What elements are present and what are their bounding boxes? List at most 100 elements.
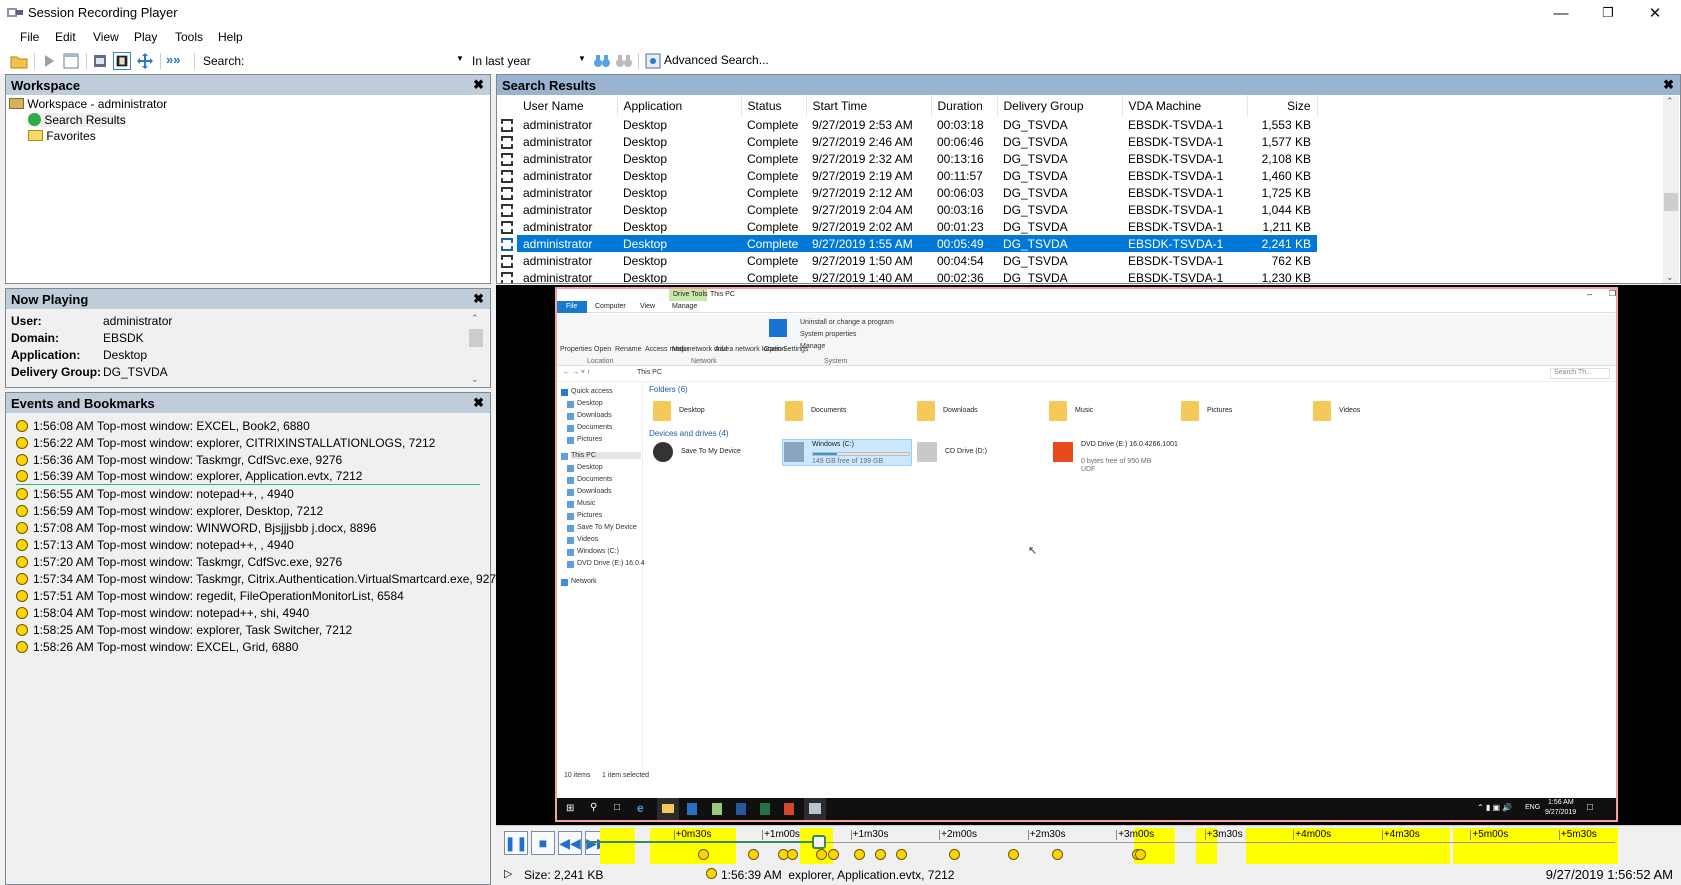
nav-pane-item[interactable]: Downloads bbox=[577, 412, 612, 419]
nav-pane-item[interactable]: Desktop bbox=[577, 400, 603, 407]
timeline-event-marker[interactable] bbox=[1134, 849, 1146, 860]
drive-item[interactable]: DVD Drive (E:) 16.0.4266.1001 bbox=[1081, 441, 1178, 448]
binoculars-icon[interactable] bbox=[593, 52, 611, 70]
folder-item[interactable]: Pictures bbox=[1207, 407, 1232, 414]
timeline-event-marker[interactable] bbox=[948, 849, 960, 860]
close-icon[interactable]: ✖ bbox=[1663, 77, 1674, 93]
nav-pane-item[interactable]: Pictures bbox=[577, 436, 602, 443]
folder-item[interactable]: Downloads bbox=[943, 407, 978, 414]
event-list-item[interactable]: 1:56:39 AM Top-most window: explorer, App… bbox=[16, 468, 480, 485]
restore-icon[interactable]: ❐ bbox=[1609, 289, 1616, 298]
explorer-tab-computer[interactable]: Computer bbox=[595, 303, 626, 310]
timeline-event-marker[interactable] bbox=[854, 849, 866, 860]
advanced-search-button[interactable]: Advanced Search... bbox=[664, 53, 769, 67]
timeline-event-marker[interactable] bbox=[786, 849, 798, 860]
start-icon[interactable]: ⊞ bbox=[566, 803, 574, 814]
address-path[interactable]: This PC bbox=[637, 369, 662, 376]
nav-pane-item[interactable]: Desktop bbox=[577, 464, 603, 471]
ribbon-uninstall[interactable]: Uninstall or change a program bbox=[800, 319, 894, 326]
column-header[interactable]: Size bbox=[1247, 95, 1318, 116]
table-row[interactable]: administrator Desktop Complete 9/27/2019 2:… bbox=[517, 218, 1317, 235]
event-list-item[interactable]: 1:57:51 AM Top-most window: regedit, File… bbox=[16, 587, 404, 604]
ribbon-properties[interactable]: Properties bbox=[560, 346, 592, 353]
menu-help[interactable]: Help bbox=[218, 30, 243, 44]
tree-item-favorites[interactable]: Favorites bbox=[28, 129, 96, 143]
remote-taskbar-button[interactable] bbox=[804, 798, 826, 820]
event-list-item[interactable]: 1:57:13 AM Top-most window: notepad++, , … bbox=[16, 536, 294, 553]
ribbon-system-properties[interactable]: System properties bbox=[800, 331, 856, 338]
event-list-item[interactable]: 1:56:22 AM Top-most window: explorer, CIT… bbox=[16, 434, 435, 451]
film-icon[interactable] bbox=[113, 52, 131, 70]
tree-item-search-results[interactable]: Search Results bbox=[28, 113, 126, 127]
table-row[interactable]: administrator Desktop Complete 9/27/2019 1:… bbox=[517, 235, 1317, 252]
minimize-button[interactable]: — bbox=[1538, 0, 1584, 26]
menu-file[interactable]: File bbox=[20, 30, 39, 44]
task-view-icon[interactable]: □ bbox=[614, 802, 620, 813]
drive-item[interactable]: Windows (C:) bbox=[812, 441, 854, 448]
event-list-item[interactable]: 1:58:26 AM Top-most window: EXCEL, Grid, … bbox=[16, 638, 298, 655]
nav-pane-item[interactable]: Quick access bbox=[571, 388, 613, 395]
timeline-slider-thumb[interactable] bbox=[811, 835, 826, 849]
app-taskbar-icon[interactable] bbox=[687, 803, 697, 815]
action-center-icon[interactable]: □ bbox=[1587, 802, 1593, 813]
event-list-item[interactable]: 1:58:04 AM Top-most window: notepad++, sh… bbox=[16, 604, 309, 621]
nav-pane-item[interactable]: This PC bbox=[571, 452, 641, 459]
timeline-event-marker[interactable] bbox=[748, 849, 760, 860]
notepad-taskbar-icon[interactable] bbox=[712, 803, 722, 815]
column-header[interactable]: VDA Machine bbox=[1122, 95, 1248, 116]
explorer-tab-view[interactable]: View bbox=[640, 303, 655, 310]
timeline-event-marker[interactable] bbox=[827, 849, 839, 860]
word-taskbar-icon[interactable] bbox=[736, 803, 746, 815]
menu-tools[interactable]: Tools bbox=[175, 30, 203, 44]
pause-button[interactable]: ❚❚ bbox=[504, 831, 528, 855]
nav-pane-item[interactable]: Windows (C:) bbox=[577, 548, 619, 555]
timeline-event-marker[interactable] bbox=[1052, 849, 1064, 860]
tree-item-workspace-root[interactable]: Workspace - administrator bbox=[9, 97, 167, 111]
range-dropdown-chevron-icon[interactable]: ▼ bbox=[578, 54, 586, 63]
nav-pane-item[interactable]: Pictures bbox=[577, 512, 602, 519]
column-header[interactable]: Start Time bbox=[806, 95, 932, 116]
restore-button[interactable]: ❐ bbox=[1585, 0, 1631, 26]
folder-item[interactable]: Videos bbox=[1339, 407, 1360, 414]
explorer-tab-manage[interactable]: Manage bbox=[672, 303, 697, 310]
timeline[interactable]: +0m30s +1m00s +1m30s +2m00s +2m30s +3m00s +3m3… bbox=[585, 828, 1618, 864]
menu-edit[interactable]: Edit bbox=[55, 30, 76, 44]
stop-button[interactable]: ■ bbox=[531, 831, 555, 855]
event-list-item[interactable]: 1:56:59 AM Top-most window: explorer, Des… bbox=[16, 502, 323, 519]
event-list-item[interactable]: 1:57:34 AM Top-most window: Taskmgr, Citr… bbox=[16, 570, 503, 587]
drive-item[interactable]: Save To My Device bbox=[681, 448, 741, 455]
nav-pane-item[interactable]: Network bbox=[571, 578, 597, 585]
expand-icon[interactable]: ▷ bbox=[504, 867, 512, 880]
edge-icon[interactable]: e bbox=[637, 801, 644, 815]
table-row[interactable]: administrator Desktop Complete 9/27/2019 2:… bbox=[517, 201, 1317, 218]
explorer-tab-file[interactable]: File bbox=[566, 303, 577, 310]
tray-language[interactable]: ENG bbox=[1525, 804, 1540, 811]
results-scrollbar[interactable]: ⌃ ⌄ bbox=[1663, 96, 1679, 283]
menu-view[interactable]: View bbox=[93, 30, 119, 44]
table-row[interactable]: administrator Desktop Complete 9/27/2019 2:… bbox=[517, 167, 1317, 184]
table-row[interactable]: administrator Desktop Complete 9/27/2019 2:… bbox=[517, 150, 1317, 167]
menu-play[interactable]: Play bbox=[134, 30, 157, 44]
move-icon[interactable] bbox=[136, 52, 154, 70]
column-header[interactable]: Status bbox=[741, 95, 807, 116]
search-dropdown-chevron-icon[interactable]: ▼ bbox=[456, 54, 464, 63]
ribbon-rename[interactable]: Rename bbox=[615, 346, 641, 353]
timeline-event-marker[interactable] bbox=[895, 849, 907, 860]
nav-pane-item[interactable]: Documents bbox=[577, 476, 612, 483]
tray-icons[interactable]: ⌃ ▮ ▣ 🔊 bbox=[1477, 803, 1512, 812]
table-row[interactable]: administrator Desktop Complete 9/27/2019 2:… bbox=[517, 184, 1317, 201]
column-header[interactable]: Duration bbox=[931, 95, 998, 116]
nav-pane-item[interactable]: Save To My Device bbox=[577, 524, 637, 531]
close-icon[interactable]: ✖ bbox=[473, 395, 484, 411]
snapshot-icon[interactable] bbox=[91, 52, 109, 70]
tray-clock-time[interactable]: 1:56 AM bbox=[1548, 799, 1574, 806]
nav-pane-item[interactable]: Music bbox=[577, 500, 595, 507]
event-list-item[interactable]: 1:56:36 AM Top-most window: Taskmgr, CdfS… bbox=[16, 451, 342, 468]
powerpoint-taskbar-icon[interactable] bbox=[784, 803, 794, 815]
ribbon-open[interactable]: Open bbox=[594, 346, 611, 353]
play-icon[interactable] bbox=[40, 52, 58, 70]
timeline-event-marker[interactable] bbox=[698, 849, 710, 860]
window-icon[interactable] bbox=[62, 52, 80, 70]
column-header[interactable]: Delivery Group bbox=[997, 95, 1123, 116]
nav-pane-item[interactable]: Videos bbox=[577, 536, 598, 543]
